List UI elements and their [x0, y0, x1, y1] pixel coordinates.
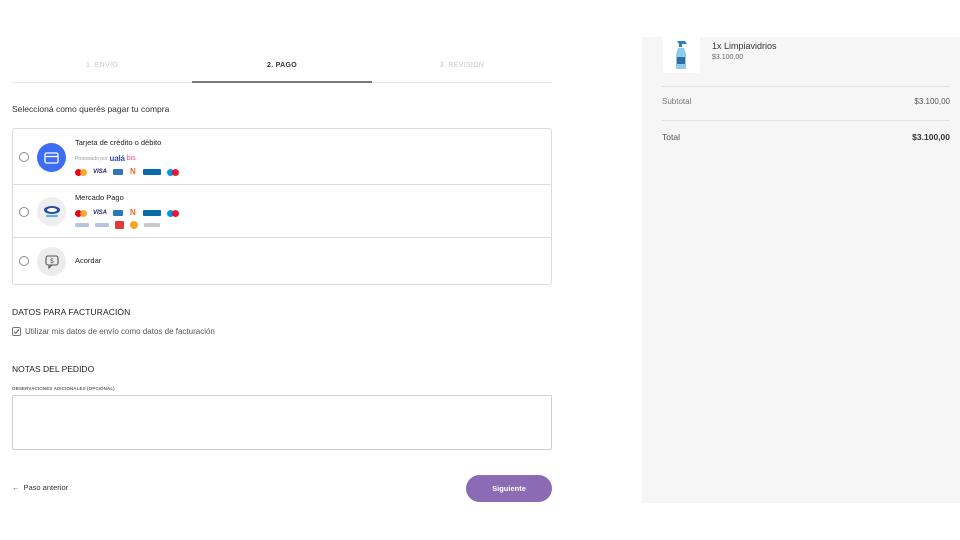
- product-price: $3.100,00: [712, 54, 744, 61]
- billing-checkbox[interactable]: [12, 327, 21, 336]
- maestro-icon: [167, 209, 180, 217]
- uala-logo: ualá: [109, 154, 125, 163]
- payment-radio-card[interactable]: [19, 152, 29, 162]
- payment-option-card-title: Tarjeta de crédito o débito: [75, 138, 162, 147]
- payment-option-acordar[interactable]: $ Acordar: [13, 238, 551, 284]
- summary-divider: [662, 86, 950, 87]
- credit-card-icon: [37, 143, 66, 172]
- billing-checkbox-label: Utilizar mis datos de envío como datos d…: [25, 327, 215, 336]
- mercado-pago-icon: [37, 197, 66, 226]
- naranja-icon: [129, 208, 137, 217]
- subtotal-value: $3.100,00: [914, 97, 950, 106]
- bank-logo-icon: [115, 221, 124, 229]
- total-value: $3.100,00: [912, 132, 950, 142]
- processed-by-label: Procesado por: [75, 155, 108, 162]
- payment-options: Tarjeta de crédito o débito Procesado po…: [12, 128, 552, 285]
- summary-divider: [662, 120, 950, 121]
- arrow-left-icon: ←: [12, 483, 20, 492]
- billing-same-as-shipping[interactable]: Utilizar mis datos de envío como datos d…: [12, 327, 215, 336]
- notes-field-label: OBSERVACIONES ADICIONALES (OPCIONAL): [12, 386, 115, 391]
- step-revision: 3. REVISIÓN: [439, 62, 485, 69]
- payment-option-mercadopago-title: Mercado Pago: [75, 193, 124, 202]
- bank-logo-icon: [75, 223, 89, 227]
- product-thumbnail: [663, 37, 700, 73]
- bank-logo-icon: [95, 223, 109, 227]
- card-brand-logos: VISA: [75, 167, 180, 176]
- uala-bis-logo: bis: [126, 155, 136, 162]
- chat-money-icon: $: [37, 247, 66, 276]
- notes-textarea[interactable]: [12, 395, 552, 450]
- payment-question: Seleccioná como querés pagar tu compra: [12, 104, 170, 114]
- cabal-icon: [143, 169, 162, 175]
- next-button[interactable]: Siguiente: [466, 475, 552, 502]
- checkout-steps: 1. ENVÍO 2. PAGO 3. REVISIÓN: [12, 55, 552, 83]
- mp-card-logos-row2: [75, 221, 160, 229]
- step-pago: 2. PAGO: [192, 55, 372, 83]
- previous-step-label: Paso anterior: [23, 483, 69, 492]
- step-envio[interactable]: 1. ENVÍO: [12, 55, 192, 82]
- payment-option-mercadopago[interactable]: Mercado Pago VISA: [13, 185, 551, 238]
- previous-step-link[interactable]: ← Paso anterior: [12, 483, 68, 492]
- subtotal-label: Subtotal: [662, 97, 692, 106]
- spray-bottle-icon: [675, 41, 687, 69]
- maestro-icon: [167, 168, 180, 176]
- cabal-icon: [143, 210, 162, 216]
- payment-radio-acordar[interactable]: [19, 256, 29, 266]
- amex-icon: [113, 210, 124, 216]
- mp-card-logos-row1: VISA: [75, 208, 180, 217]
- uala-processed-line: Procesado por ualá bis: [75, 154, 136, 163]
- visa-icon: VISA: [93, 210, 108, 216]
- bank-logo-icon: [144, 223, 160, 227]
- visa-icon: VISA: [93, 169, 108, 175]
- bank-logo-icon: [130, 221, 138, 229]
- notes-title: NOTAS DEL PEDIDO: [12, 364, 95, 374]
- payment-radio-mercadopago[interactable]: [19, 207, 29, 217]
- mastercard-icon: [75, 209, 87, 217]
- svg-text:$: $: [49, 257, 53, 265]
- payment-option-card[interactable]: Tarjeta de crédito o débito Procesado po…: [13, 129, 551, 185]
- billing-title: DATOS PARA FACTURACIÓN: [12, 307, 131, 317]
- naranja-icon: [129, 167, 137, 176]
- payment-option-acordar-title: Acordar: [75, 256, 102, 265]
- order-summary: 1x Limpiavidrios $3.100,00 Subtotal $3.1…: [642, 37, 960, 503]
- total-label: Total: [662, 132, 680, 142]
- mastercard-icon: [75, 168, 87, 176]
- product-name: 1x Limpiavidrios: [712, 41, 777, 51]
- amex-icon: [113, 169, 124, 175]
- check-icon: [13, 329, 20, 335]
